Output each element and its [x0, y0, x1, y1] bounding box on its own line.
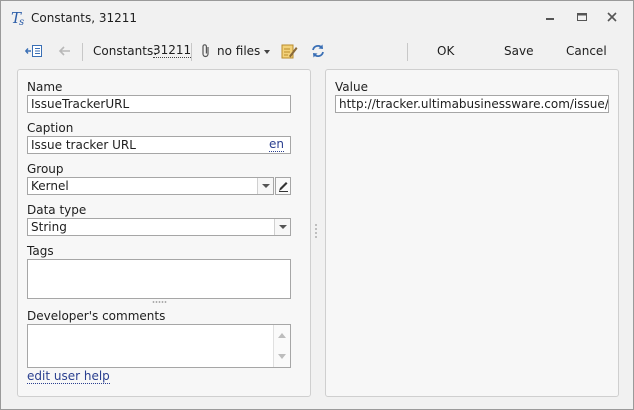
caption-language-link[interactable]: en — [269, 137, 284, 152]
caption-input[interactable]: Issue tracker URL en — [27, 136, 291, 154]
pencil-icon — [279, 182, 288, 192]
name-label: Name — [27, 80, 63, 94]
group-dropdown-icon[interactable] — [257, 178, 273, 194]
constant-edit-window: T s Constants, 31211 Constants: 31211 no… — [0, 0, 634, 410]
value-panel: Value http://tracker.ultimabusinessware.… — [325, 69, 619, 397]
record-id-link[interactable]: 31211 — [153, 44, 192, 58]
value-label: Value — [335, 80, 368, 94]
constants-label: Constants: — [93, 44, 158, 58]
data-type-value: String — [31, 220, 67, 234]
toolbar-separator — [407, 43, 408, 61]
group-value: Kernel — [31, 179, 69, 193]
dropdown-arrow-icon[interactable] — [263, 49, 271, 55]
close-icon[interactable] — [603, 9, 621, 25]
group-combo[interactable]: Kernel — [27, 177, 274, 195]
data-type-dropdown-icon[interactable] — [274, 219, 290, 235]
paperclip-icon[interactable] — [200, 43, 212, 59]
minimize-icon[interactable] — [541, 9, 559, 25]
cancel-button[interactable]: Cancel — [566, 44, 607, 58]
caption-value: Issue tracker URL — [31, 138, 136, 152]
dev-comments-label: Developer's comments — [27, 309, 166, 323]
resize-grip-icon[interactable] — [152, 300, 168, 304]
splitter-grip-icon[interactable] — [313, 223, 319, 241]
scroll-up-icon[interactable] — [278, 333, 286, 338]
back-arrow-icon[interactable] — [57, 44, 73, 58]
title-bar: T s Constants, 31211 — [1, 1, 633, 33]
group-edit-button[interactable] — [275, 177, 291, 195]
toolbar: Constants: 31211 no files OK Save Cancel — [1, 33, 633, 69]
tags-input[interactable] — [27, 259, 291, 299]
edit-user-help-link[interactable]: edit user help — [27, 369, 110, 384]
maximize-icon[interactable] — [573, 9, 591, 25]
ok-button[interactable]: OK — [437, 44, 454, 58]
caption-label: Caption — [27, 121, 74, 135]
toolbar-separator — [82, 43, 83, 61]
edit-note-icon[interactable] — [280, 42, 298, 60]
tags-label: Tags — [27, 244, 54, 258]
window-title: Constants, 31211 — [31, 11, 138, 25]
properties-panel: Name IssueTrackerURL Caption Issue track… — [17, 69, 311, 397]
panel-toggle-icon[interactable] — [25, 43, 43, 59]
save-button[interactable]: Save — [504, 44, 533, 58]
data-type-label: Data type — [27, 203, 87, 217]
value-input[interactable]: http://tracker.ultimabusinessware.com/is… — [335, 95, 609, 113]
scroll-down-icon[interactable] — [278, 354, 286, 359]
dev-comments-scrollbar[interactable] — [273, 325, 290, 367]
files-menu[interactable]: no files — [217, 44, 260, 58]
dev-comments-input[interactable] — [27, 324, 291, 368]
refresh-icon[interactable] — [310, 43, 326, 59]
formula-icon: T s — [11, 9, 24, 27]
data-type-combo[interactable]: String — [27, 218, 291, 236]
toolbar-separator — [191, 43, 192, 61]
svg-text:s: s — [19, 17, 24, 27]
group-label: Group — [27, 162, 64, 176]
name-input[interactable]: IssueTrackerURL — [27, 95, 291, 113]
